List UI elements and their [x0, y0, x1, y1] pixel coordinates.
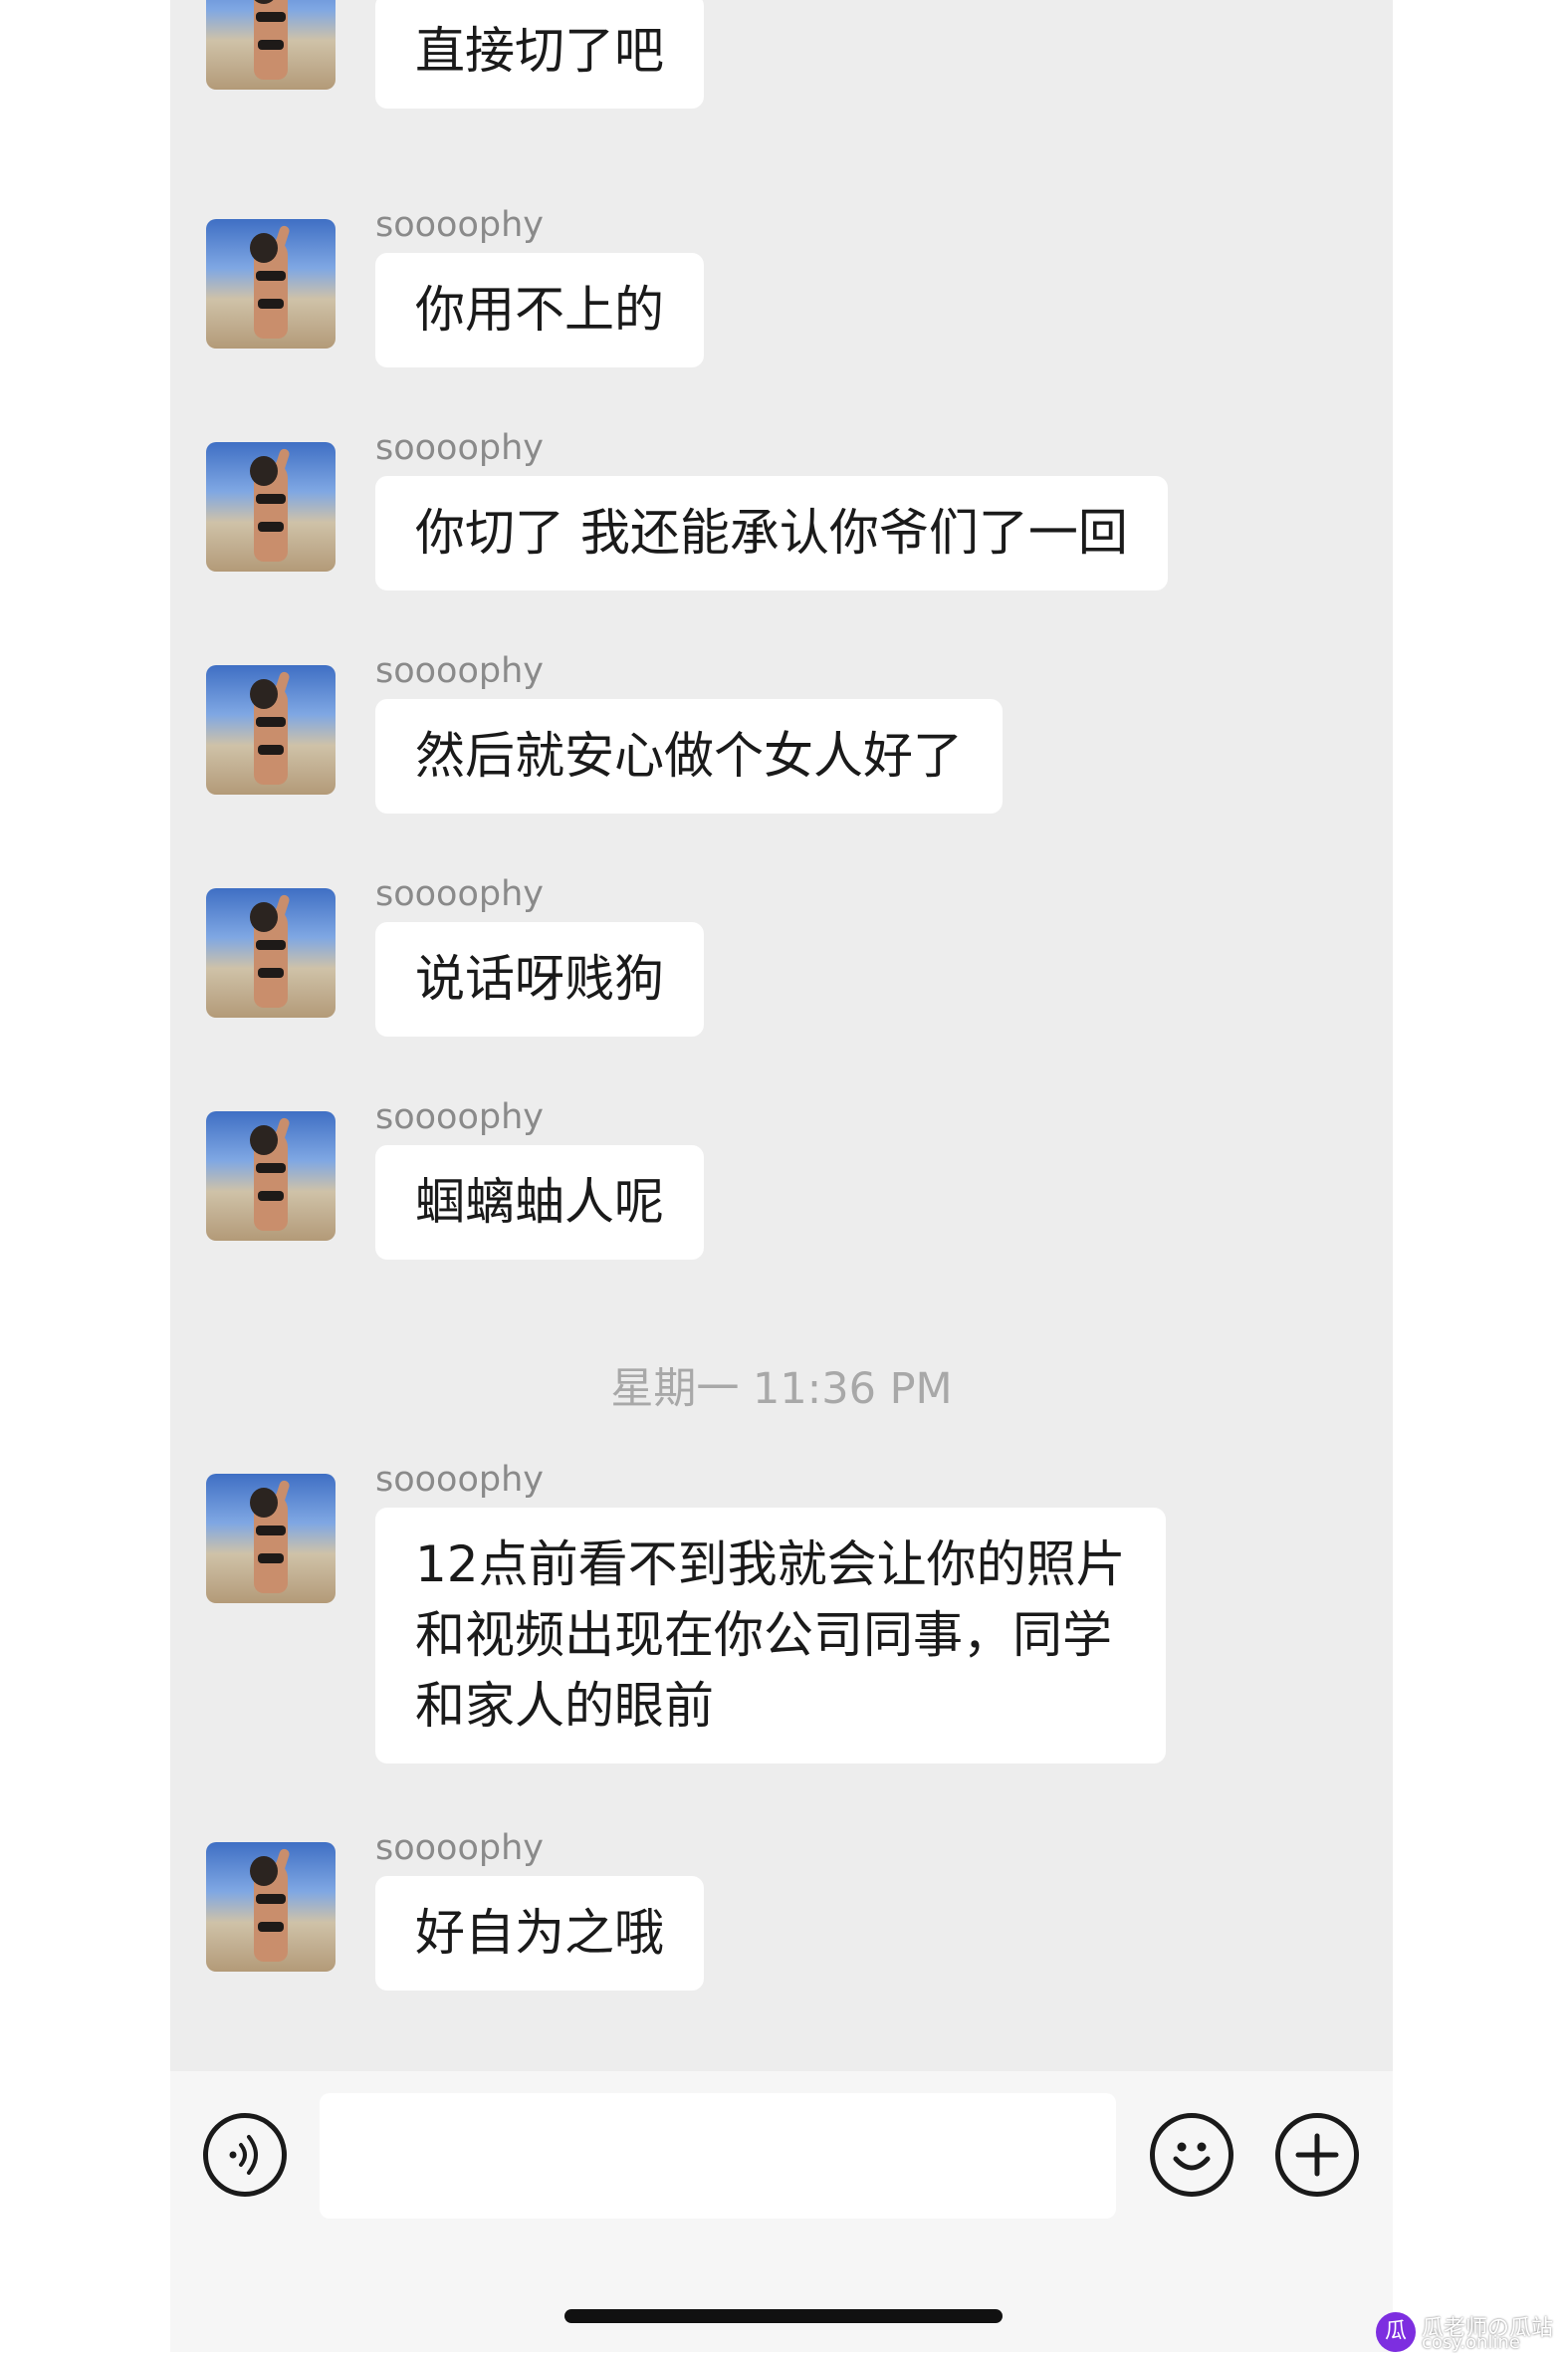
- avatar[interactable]: [206, 1842, 336, 1972]
- message-bubble[interactable]: 你用不上的: [375, 253, 704, 367]
- message-input[interactable]: [320, 2093, 1116, 2219]
- message-bubble[interactable]: 然后就安心做个女人好了: [375, 699, 1003, 814]
- avatar[interactable]: [206, 442, 336, 572]
- sender-name: soooophy: [375, 1828, 545, 1868]
- avatar[interactable]: [206, 665, 336, 795]
- message-bubble[interactable]: 你切了 我还能承认你爷们了一回: [375, 476, 1168, 590]
- timestamp-divider: 星期一 11:36 PM: [610, 1364, 953, 1414]
- emoji-icon[interactable]: [1150, 2113, 1233, 2197]
- sender-name: soooophy: [375, 1097, 545, 1137]
- message-bubble[interactable]: 直接切了吧: [375, 0, 704, 109]
- sender-name: soooophy: [375, 874, 545, 914]
- voice-icon-graphic: [229, 2135, 258, 2175]
- avatar[interactable]: [206, 0, 336, 90]
- message-bubble[interactable]: 说话呀贱狗: [375, 922, 704, 1037]
- watermark-logo-icon: 瓜: [1376, 2312, 1416, 2352]
- plus-icon-graphic: [1295, 2133, 1339, 2177]
- voice-icon[interactable]: [203, 2113, 287, 2197]
- sender-name: soooophy: [375, 1460, 545, 1500]
- emoji-icon-graphic: [1173, 2142, 1211, 2171]
- home-indicator[interactable]: [564, 2309, 1003, 2323]
- message-bubble[interactable]: 好自为之哦: [375, 1876, 704, 1991]
- chat-screen: soooophy 直接切了吧 soooophy 你用不上的 soooophy 你…: [170, 0, 1393, 2352]
- avatar[interactable]: [206, 1111, 336, 1241]
- sender-name: soooophy: [375, 428, 545, 468]
- sender-name: soooophy: [375, 205, 545, 245]
- message-bubble[interactable]: 12点前看不到我就会让你的照片 和视频出现在你公司同事，同学 和家人的眼前: [375, 1508, 1166, 1764]
- avatar[interactable]: [206, 219, 336, 349]
- watermark: 瓜 瓜老师の瓜站 cosy.online: [1376, 2312, 1565, 2353]
- watermark-line2: cosy.online: [1422, 2332, 1520, 2353]
- plus-icon[interactable]: [1275, 2113, 1359, 2197]
- message-list[interactable]: soooophy 直接切了吧 soooophy 你用不上的 soooophy 你…: [170, 0, 1393, 2066]
- sender-name: soooophy: [375, 651, 545, 691]
- message-bubble[interactable]: 蝈螭蚰人呢: [375, 1145, 704, 1260]
- avatar[interactable]: [206, 1474, 336, 1603]
- avatar[interactable]: [206, 888, 336, 1018]
